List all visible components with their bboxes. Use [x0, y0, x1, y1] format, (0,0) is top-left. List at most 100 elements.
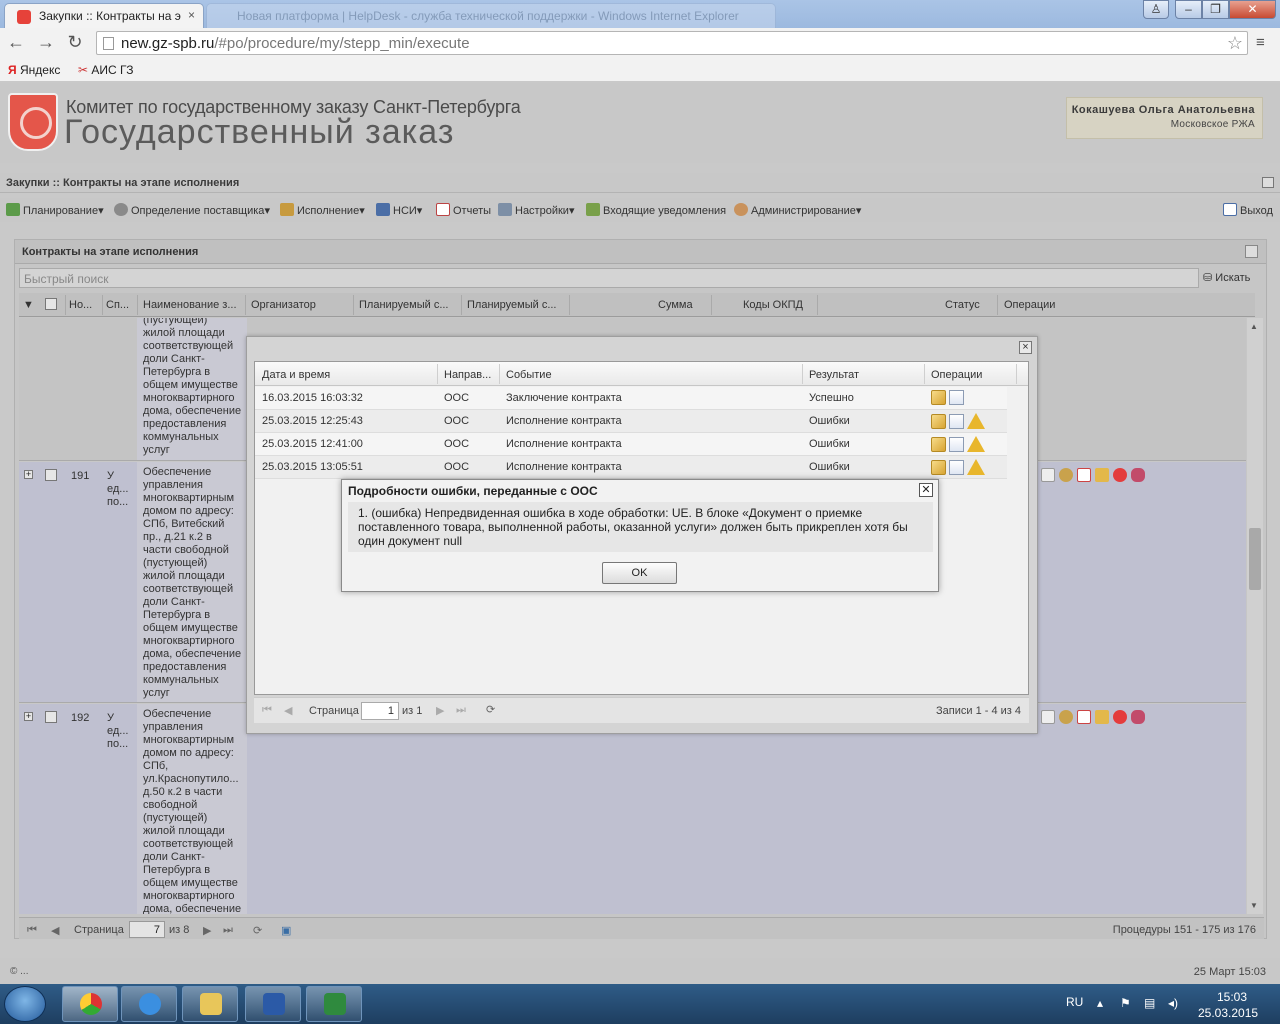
- col-method[interactable]: Сп...: [106, 299, 129, 311]
- bookmark-ais-gz[interactable]: ✂ АИС ГЗ: [78, 63, 134, 77]
- select-all-checkbox[interactable]: [45, 298, 57, 310]
- close-tab-icon[interactable]: ×: [188, 8, 195, 22]
- address-bar[interactable]: new.gz-spb.ru/#po/procedure/my/stepp_min…: [96, 31, 1248, 55]
- menu-execution[interactable]: Исполнение▾: [280, 203, 365, 217]
- prev-page-icon[interactable]: ◀: [284, 704, 292, 717]
- last-page-icon[interactable]: ⏭: [223, 924, 233, 937]
- col-direction[interactable]: Направ...: [444, 369, 491, 381]
- taskbar-word[interactable]: [245, 986, 301, 1022]
- warning-icon[interactable]: [967, 413, 985, 429]
- network-icon[interactable]: ▤: [1144, 996, 1155, 1010]
- search-button[interactable]: ⛁ Искать: [1203, 271, 1250, 284]
- browser-tab-active[interactable]: Закупки :: Контракты на э ×: [4, 3, 204, 28]
- close-window-button[interactable]: ✕: [1229, 0, 1276, 19]
- warning-icon[interactable]: [967, 459, 985, 475]
- col-organizer[interactable]: Организатор: [251, 299, 316, 311]
- warning-icon[interactable]: [967, 436, 985, 452]
- menu-reports[interactable]: Отчеты: [436, 203, 491, 217]
- document-view-icon[interactable]: [949, 436, 964, 452]
- package-icon[interactable]: [931, 436, 946, 452]
- package-icon[interactable]: [931, 459, 946, 475]
- package-icon[interactable]: [931, 390, 946, 405]
- expand-icon[interactable]: +: [24, 712, 33, 721]
- document-view-icon[interactable]: [949, 390, 964, 405]
- history-row[interactable]: 16.03.2015 16:03:32 ООС Заключение контр…: [255, 387, 1007, 410]
- report-icon[interactable]: [1077, 468, 1091, 482]
- clock-time[interactable]: 15:03: [1212, 990, 1252, 1004]
- first-page-icon[interactable]: ⏮: [262, 704, 272, 717]
- menu-planning[interactable]: Планирование▾: [6, 203, 104, 217]
- minimize-button[interactable]: –: [1175, 0, 1202, 19]
- emblem-icon[interactable]: [1059, 710, 1073, 724]
- taskbar-chrome[interactable]: [62, 986, 118, 1022]
- row-checkbox[interactable]: [45, 469, 57, 481]
- col-result[interactable]: Результат: [809, 369, 859, 381]
- col-planned-1[interactable]: Планируемый с...: [359, 299, 449, 311]
- panel-refresh-icon[interactable]: [1245, 245, 1258, 258]
- bookmark-star-icon[interactable]: ☆: [1227, 33, 1243, 54]
- taskbar-ie[interactable]: [121, 986, 177, 1022]
- menu-supplier[interactable]: Определение поставщика▾: [114, 203, 270, 217]
- input-language[interactable]: RU: [1066, 995, 1083, 1009]
- close-icon[interactable]: ×: [1019, 341, 1032, 354]
- back-arrow-icon[interactable]: ←: [6, 33, 26, 51]
- taskbar-excel[interactable]: [306, 986, 362, 1022]
- page-number-input[interactable]: 7: [129, 921, 165, 938]
- col-operations[interactable]: Операции: [1004, 299, 1055, 311]
- document-view-icon[interactable]: [949, 459, 964, 475]
- col-sum[interactable]: Сумма: [658, 299, 693, 311]
- expand-icon[interactable]: +: [24, 470, 33, 479]
- quick-search-input[interactable]: Быстрый поиск: [19, 268, 1199, 288]
- page-number-input[interactable]: 1: [361, 702, 399, 720]
- next-page-icon[interactable]: ▶: [436, 704, 444, 717]
- package-icon[interactable]: [931, 413, 946, 429]
- users-icon[interactable]: [1131, 468, 1145, 482]
- collapse-icon[interactable]: [1262, 177, 1274, 188]
- add-document-icon[interactable]: [1095, 468, 1109, 482]
- refresh-icon[interactable]: ⟳: [486, 703, 495, 716]
- history-row[interactable]: 25.03.2015 12:25:43 ООС Исполнение контр…: [255, 410, 1007, 433]
- col-status[interactable]: Статус: [945, 299, 980, 311]
- forward-arrow-icon[interactable]: →: [36, 33, 56, 51]
- col-event[interactable]: Событие: [506, 369, 552, 381]
- prev-page-icon[interactable]: ◀: [51, 924, 59, 937]
- volume-icon[interactable]: ◂): [1168, 996, 1178, 1010]
- scrollbar-thumb[interactable]: [1249, 528, 1261, 590]
- history-row[interactable]: 25.03.2015 13:05:51 ООС Исполнение контр…: [255, 456, 1007, 479]
- profile-button[interactable]: ♙: [1143, 0, 1169, 19]
- stop-icon[interactable]: [1113, 710, 1127, 724]
- reload-icon[interactable]: ↻: [65, 33, 85, 51]
- save-icon[interactable]: ▣: [281, 924, 291, 937]
- col-number[interactable]: Но...: [69, 299, 92, 311]
- col-name[interactable]: Наименование з...: [143, 299, 237, 311]
- users-icon[interactable]: [1131, 710, 1145, 724]
- emblem-icon[interactable]: [1059, 468, 1073, 482]
- first-page-icon[interactable]: ⏮: [27, 924, 37, 937]
- menu-nsi[interactable]: НСИ▾: [376, 203, 422, 217]
- history-row[interactable]: 25.03.2015 12:41:00 ООС Исполнение контр…: [255, 433, 1007, 456]
- col-okpd[interactable]: Коды ОКПД: [743, 299, 803, 311]
- report-icon[interactable]: [1077, 710, 1091, 724]
- tray-expand-icon[interactable]: ▴: [1097, 996, 1103, 1010]
- row-checkbox[interactable]: [45, 711, 57, 723]
- grid-scrollbar[interactable]: ▲ ▼: [1247, 318, 1263, 914]
- document-view-icon[interactable]: [949, 413, 964, 429]
- menu-notifications[interactable]: Входящие уведомления: [586, 203, 726, 217]
- next-page-icon[interactable]: ▶: [203, 924, 211, 937]
- document-icon[interactable]: [1041, 468, 1055, 482]
- ok-button[interactable]: OK: [602, 562, 677, 584]
- browser-menu-icon[interactable]: ≡: [1256, 34, 1265, 51]
- filter-icon[interactable]: ▼: [23, 299, 34, 311]
- flag-icon[interactable]: ⚑: [1120, 996, 1131, 1010]
- col-planned-2[interactable]: Планируемый с...: [467, 299, 557, 311]
- scroll-down-icon[interactable]: ▼: [1250, 901, 1258, 910]
- menu-settings[interactable]: Настройки▾: [498, 203, 574, 217]
- close-icon[interactable]: ✕: [919, 483, 933, 497]
- table-row[interactable]: + 192 У ед... по... Обеспечение управлен…: [19, 704, 1246, 914]
- refresh-icon[interactable]: ⟳: [253, 924, 262, 937]
- add-document-icon[interactable]: [1095, 710, 1109, 724]
- taskbar-explorer[interactable]: [182, 986, 238, 1022]
- bookmark-yandex[interactable]: Я Яндекс: [8, 63, 60, 77]
- document-icon[interactable]: [1041, 710, 1055, 724]
- stop-icon[interactable]: [1113, 468, 1127, 482]
